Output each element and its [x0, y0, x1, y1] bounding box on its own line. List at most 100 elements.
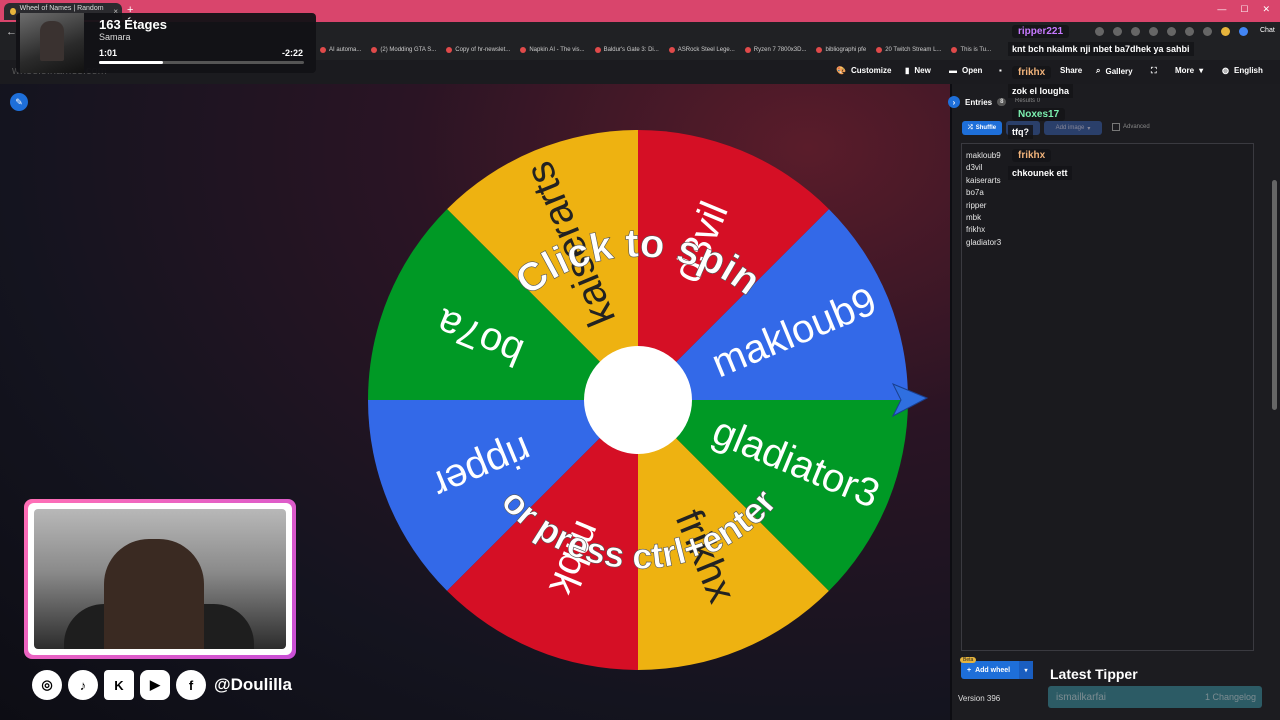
- bookmark-favicon-icon: [371, 47, 378, 53]
- latest-tipper-bar: ismailkarfai 1 Changelog: [1048, 686, 1262, 708]
- bookmark-item[interactable]: 20 Twitch Stream L...: [876, 47, 941, 53]
- advanced-label: Advanced: [1123, 124, 1150, 130]
- chat-message: knt bch nkalmk nji nbet ba7dhek ya sahbi: [1008, 42, 1194, 56]
- extensions-area: [1095, 27, 1248, 36]
- close-window-icon[interactable]: ✕: [1262, 4, 1270, 15]
- chat-message: chkounek ett: [1008, 166, 1072, 180]
- maximize-icon[interactable]: ☐: [1240, 4, 1248, 15]
- new-button[interactable]: ▮ New: [905, 66, 931, 75]
- bookmark-label: Copy of hr-newslet...: [455, 47, 511, 53]
- bookmark-item[interactable]: (2) Modding GTA S...: [371, 47, 436, 53]
- bookmark-label: ASRock Steel Lege...: [677, 47, 735, 53]
- fullscreen-button[interactable]: ⛶: [1151, 66, 1157, 76]
- profile-avatar[interactable]: [1221, 27, 1230, 36]
- save-icon: ▪: [999, 66, 1002, 75]
- chrome-menu-icon[interactable]: [1239, 27, 1248, 36]
- song-progress-fill: [99, 61, 163, 64]
- results-count-badge: 0: [1036, 98, 1041, 104]
- chat-label[interactable]: Chat: [1260, 27, 1275, 34]
- webcam-frame: [24, 499, 296, 659]
- extension-icon[interactable]: [1113, 27, 1122, 36]
- page-scrollbar[interactable]: [1272, 180, 1277, 410]
- extension-icon[interactable]: [1167, 27, 1176, 36]
- extension-icon[interactable]: [1131, 27, 1140, 36]
- bookmark-label: bibliographi pfe: [825, 47, 867, 53]
- add-image-button[interactable]: Add image ▾: [1044, 121, 1102, 135]
- chat-message: tfq?: [1008, 125, 1033, 139]
- chat-username: ripper221: [1012, 25, 1070, 38]
- latest-tipper-title: Latest Tipper: [1050, 666, 1138, 682]
- bookmark-label: AI automa...: [329, 47, 362, 53]
- collapse-panel-icon[interactable]: ›: [948, 96, 960, 108]
- bookmark-favicon-icon: [446, 47, 453, 53]
- kick-icon: K: [104, 670, 134, 700]
- entries-tab-label: Entries: [965, 97, 993, 107]
- extension-icon[interactable]: [1095, 27, 1104, 36]
- add-wheel-label: Add wheel: [975, 666, 1011, 674]
- edit-pencil-icon[interactable]: ✎: [10, 93, 28, 111]
- customize-button[interactable]: 🎨 Customize: [836, 66, 891, 75]
- entry-item[interactable]: d3vil: [966, 163, 982, 172]
- bookmark-item[interactable]: Napkin AI - The vis...: [520, 47, 585, 53]
- bookmark-item[interactable]: Baldur's Gate 3: Di...: [594, 47, 659, 53]
- minimize-icon[interactable]: —: [1217, 4, 1226, 15]
- bookmark-label: (2) Modding GTA S...: [380, 47, 437, 53]
- extension-icon[interactable]: [1149, 27, 1158, 36]
- social-bar: ◎ ♪ K ▶ f @Doulilla: [32, 670, 292, 700]
- share-button[interactable]: Share: [1060, 66, 1082, 75]
- chevron-down-icon[interactable]: ▾: [1019, 661, 1033, 679]
- entry-item[interactable]: makloub9: [966, 151, 1001, 160]
- share-label: Share: [1060, 66, 1083, 75]
- entry-item[interactable]: gladiator3: [966, 238, 1001, 247]
- elapsed-time: 1:01: [99, 48, 118, 58]
- bookmark-item[interactable]: Copy of hr-newslet...: [446, 47, 510, 53]
- bookmark-item[interactable]: ASRock Steel Lege...: [668, 47, 735, 53]
- shuffle-label: Shuffle: [975, 125, 997, 131]
- extension-icon[interactable]: [1185, 27, 1194, 36]
- bookmark-label: Napkin AI - The vis...: [529, 47, 585, 53]
- language-button[interactable]: ◍ English: [1222, 66, 1263, 75]
- youtube-icon: ▶: [140, 670, 170, 700]
- open-label: Open: [962, 66, 983, 75]
- bookmark-favicon-icon: [744, 47, 751, 53]
- bookmark-item[interactable]: AI automa...: [320, 47, 361, 53]
- bookmark-item[interactable]: This is Tu...: [951, 47, 991, 53]
- plus-icon: +: [967, 666, 972, 674]
- bookmark-star-icon[interactable]: [1203, 27, 1212, 36]
- beta-badge: Beta: [960, 657, 977, 663]
- add-wheel-button[interactable]: + Add wheel ▾: [961, 661, 1033, 679]
- advanced-checkbox[interactable]: [1112, 123, 1120, 131]
- entries-textarea[interactable]: [961, 143, 1254, 651]
- song-progress-bar: [99, 61, 304, 64]
- bookmark-favicon-icon: [520, 47, 527, 53]
- shuffle-button[interactable]: ⤮ Shuffle: [962, 121, 1002, 135]
- bookmark-favicon-icon: [951, 47, 958, 53]
- bookmark-favicon-icon: [668, 47, 675, 53]
- spin-wheel[interactable]: makloub9d3vilkaiserartsbo7arippermbk frik…: [359, 121, 929, 681]
- entry-item[interactable]: mbk: [966, 213, 981, 222]
- more-label: More: [1175, 66, 1195, 75]
- entry-item[interactable]: frikhx: [966, 225, 985, 234]
- shuffle-icon: ⤮: [967, 124, 973, 131]
- chevron-down-icon: ▾: [1087, 125, 1091, 132]
- language-label: English: [1233, 66, 1263, 75]
- instagram-icon: ◎: [32, 670, 62, 700]
- bookmark-item[interactable]: Ryzen 7 7800x3D...: [744, 47, 806, 53]
- more-button[interactable]: More ▾: [1175, 66, 1203, 75]
- new-label: New: [914, 66, 931, 75]
- fullscreen-icon: ⛶: [1151, 66, 1157, 75]
- open-button[interactable]: ▬ Open: [949, 66, 982, 75]
- bookmark-label: 20 Twitch Stream L...: [885, 47, 942, 53]
- folder-icon: ▬: [949, 66, 957, 75]
- bookmark-item[interactable]: bibliographi pfe: [816, 47, 866, 53]
- entry-item[interactable]: bo7a: [966, 188, 984, 197]
- advanced-toggle[interactable]: Advanced: [1112, 123, 1150, 131]
- save-button[interactable]: ▪: [999, 66, 1002, 75]
- entry-item[interactable]: ripper: [966, 201, 986, 210]
- entry-item[interactable]: kaiserarts: [966, 176, 1001, 185]
- palette-icon: 🎨: [836, 66, 846, 75]
- entries-tab[interactable]: › Entries 8: [948, 96, 1007, 108]
- album-art: [20, 13, 84, 73]
- results-tab[interactable]: Results 0: [1015, 98, 1040, 104]
- gallery-button[interactable]: ⌕ Gallery: [1096, 66, 1133, 76]
